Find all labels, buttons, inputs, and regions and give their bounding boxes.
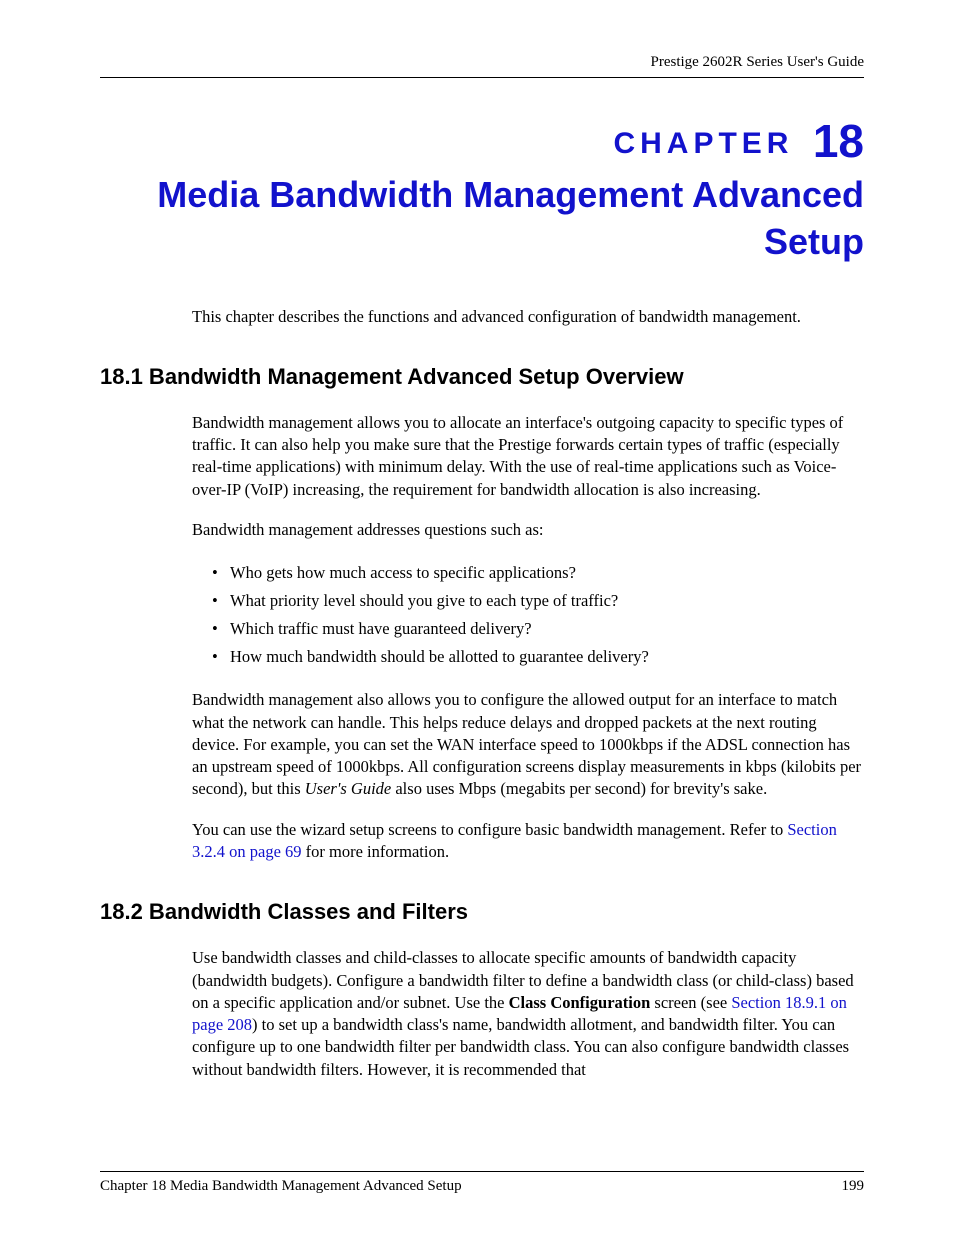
text-run: You can use the wizard setup screens to … xyxy=(192,820,787,839)
chapter-label: CHAPTER 18 xyxy=(100,114,864,168)
italic-text: User's Guide xyxy=(305,779,391,798)
list-item: What priority level should you give to e… xyxy=(212,587,864,615)
chapter-number: 18 xyxy=(813,115,864,167)
page-number: 199 xyxy=(842,1178,865,1195)
list-item: Who gets how much access to specific app… xyxy=(212,559,864,587)
chapter-intro: This chapter describes the functions and… xyxy=(192,306,864,328)
text-run: for more information. xyxy=(302,842,450,861)
text-run: also uses Mbps (megabits per second) for… xyxy=(391,779,767,798)
bullet-list-18-1: Who gets how much access to specific app… xyxy=(212,559,864,671)
section-heading-18-2: 18.2 Bandwidth Classes and Filters xyxy=(100,899,864,925)
section-heading-18-1: 18.1 Bandwidth Management Advanced Setup… xyxy=(100,364,864,390)
list-item: How much bandwidth should be allotted to… xyxy=(212,643,864,671)
para-18-2-1: Use bandwidth classes and child-classes … xyxy=(192,947,864,1081)
para-18-1-4: You can use the wizard setup screens to … xyxy=(192,819,864,864)
text-run: ) to set up a bandwidth class's name, ba… xyxy=(192,1015,849,1079)
running-header: Prestige 2602R Series User's Guide xyxy=(100,54,864,78)
chapter-word: CHAPTER xyxy=(613,127,793,160)
footer-chapter-title: Chapter 18 Media Bandwidth Management Ad… xyxy=(100,1178,462,1195)
chapter-title: Media Bandwidth Management Advanced Setu… xyxy=(100,172,864,266)
bold-text: Class Configuration xyxy=(509,993,651,1012)
para-18-1-2: Bandwidth management addresses questions… xyxy=(192,519,864,541)
para-18-1-1: Bandwidth management allows you to alloc… xyxy=(192,412,864,501)
para-18-1-3: Bandwidth management also allows you to … xyxy=(192,689,864,800)
list-item: Which traffic must have guaranteed deliv… xyxy=(212,615,864,643)
page-footer: Chapter 18 Media Bandwidth Management Ad… xyxy=(100,1171,864,1195)
text-run: screen (see xyxy=(650,993,731,1012)
